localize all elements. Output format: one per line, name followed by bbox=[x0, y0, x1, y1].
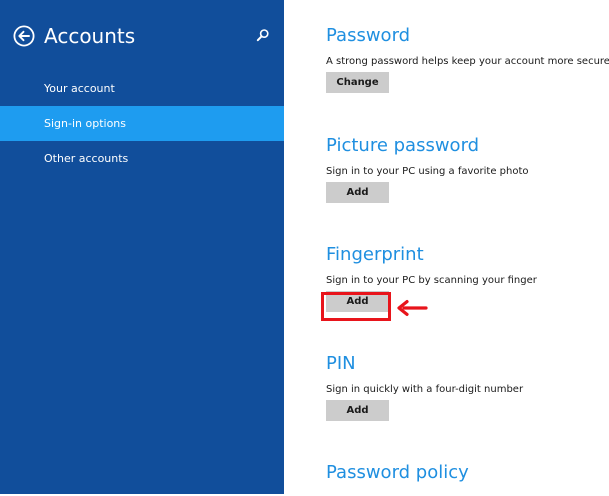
password-description: A strong password helps keep your accoun… bbox=[326, 56, 609, 67]
search-icon bbox=[256, 29, 269, 42]
sidebar-item-sign-in-options[interactable]: Sign-in options bbox=[0, 106, 284, 141]
password-policy-section: Password policy bbox=[326, 462, 606, 484]
picture-password-title: Picture password bbox=[326, 135, 480, 156]
pin-section: PIN Sign in quickly with a four-digit nu… bbox=[326, 353, 606, 421]
add-pin-button[interactable]: Add bbox=[326, 400, 389, 421]
pin-title: PIN bbox=[326, 353, 356, 374]
picture-password-section: Picture password Sign in to your PC usin… bbox=[326, 135, 606, 203]
back-button[interactable] bbox=[13, 25, 35, 47]
settings-window: Accounts Your account Sign-in options Ot… bbox=[0, 0, 609, 496]
sidebar-nav: Your account Sign-in options Other accou… bbox=[0, 71, 284, 176]
search-button[interactable] bbox=[256, 28, 270, 42]
change-password-button[interactable]: Change bbox=[326, 72, 389, 93]
password-section: Password A strong password helps keep yo… bbox=[326, 25, 609, 93]
picture-password-description: Sign in to your PC using a favorite phot… bbox=[326, 166, 529, 177]
password-title: Password bbox=[326, 25, 411, 46]
accounts-sidebar: Accounts Your account Sign-in options Ot… bbox=[0, 0, 284, 494]
add-picture-password-button[interactable]: Add bbox=[326, 182, 389, 203]
sign-in-options-content: Password A strong password helps keep yo… bbox=[284, 0, 609, 496]
password-policy-title: Password policy bbox=[326, 462, 469, 483]
sidebar-item-other-accounts[interactable]: Other accounts bbox=[0, 141, 284, 176]
fingerprint-section: Fingerprint Sign in to your PC by scanni… bbox=[326, 244, 606, 312]
fingerprint-title: Fingerprint bbox=[326, 244, 424, 265]
pin-description: Sign in quickly with a four-digit number bbox=[326, 384, 524, 395]
fingerprint-description: Sign in to your PC by scanning your fing… bbox=[326, 275, 537, 286]
sidebar-item-your-account[interactable]: Your account bbox=[0, 71, 284, 106]
sidebar-title: Accounts bbox=[44, 24, 136, 48]
back-arrow-circle-icon bbox=[13, 25, 35, 47]
add-fingerprint-button[interactable]: Add bbox=[326, 291, 389, 312]
